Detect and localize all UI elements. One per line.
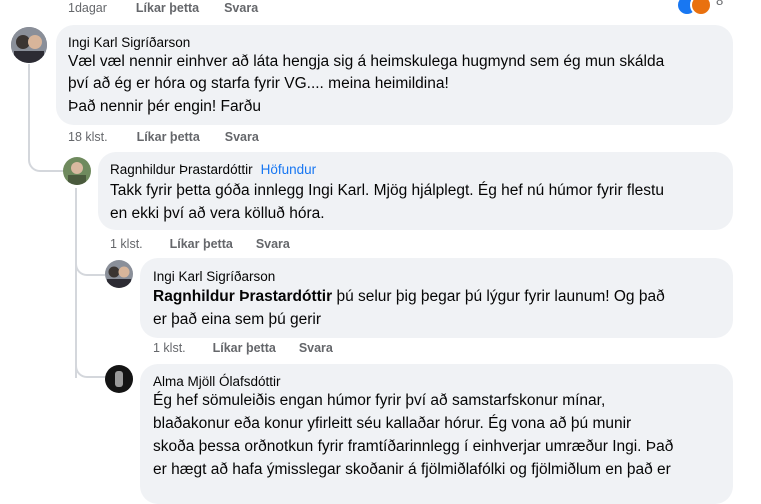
comment-text-line: er það eina sem þú gerir [153, 311, 322, 328]
comment-text-line: Ragnhildur Þrastardóttir þú selur þig þe… [153, 286, 665, 308]
profile-photo-icon [63, 157, 91, 185]
avatar[interactable] [11, 27, 47, 63]
comment-time[interactable]: 1dagar [68, 1, 107, 15]
comment-author[interactable]: Ragnhildur Þrastardóttir Höfundur [110, 162, 316, 177]
comment-text-line: Væl væl nennir einhver að láta hengja si… [68, 53, 665, 70]
comment-author[interactable]: Ingi Karl Sigríðarson [68, 35, 190, 50]
like-button[interactable]: Líkar þetta [170, 237, 233, 251]
reply-button[interactable]: Svara [224, 1, 258, 15]
mention-link[interactable]: Ragnhildur Þrastardóttir [153, 288, 332, 305]
like-button[interactable]: Líkar þetta [136, 1, 199, 15]
reaction-summary[interactable]: 8 [676, 0, 736, 16]
comment-time[interactable]: 1 klst. [110, 237, 143, 251]
reply-button[interactable]: Svara [299, 341, 333, 355]
avatar[interactable] [105, 260, 133, 288]
author-name[interactable]: Ragnhildur Þrastardóttir [110, 162, 253, 177]
avatar[interactable] [63, 157, 91, 185]
comment-meta: 1dagar Líkar þetta Svara [68, 1, 258, 15]
comment-meta: 1 klst. Líkar þetta Svara [153, 341, 333, 355]
comment-text-line: því að ég er hóra og starfa fyrir VG....… [68, 75, 449, 92]
comment-text: þú selur þig þegar þú lýgur fyrir launum… [332, 288, 665, 305]
author-badge: Höfundur [260, 162, 317, 177]
like-button[interactable]: Líkar þetta [213, 341, 276, 355]
profile-photo-icon [105, 365, 133, 393]
comment-time[interactable]: 1 klst. [153, 341, 186, 355]
reply-button[interactable]: Svara [256, 237, 290, 251]
thread-line-sub [75, 188, 77, 378]
thread-connector [75, 250, 105, 276]
comment-text-line: en ekki því að vera kölluð hóra. [110, 205, 325, 222]
comment-text-line: Takk fyrir þetta góða innlegg Ingi Karl.… [110, 182, 664, 199]
profile-photo-icon [11, 27, 47, 63]
comment-text-line: Ég hef sömuleiðis engan húmor fyrir því … [153, 392, 606, 409]
comment-time[interactable]: 18 klst. [68, 130, 108, 144]
profile-photo-icon [105, 260, 133, 288]
comment-author[interactable]: Ingi Karl Sigríðarson [153, 269, 275, 284]
comment-meta: 18 klst. Líkar þetta Svara [68, 130, 259, 144]
thread-connector [28, 140, 64, 172]
thread-connector [75, 352, 105, 378]
avatar[interactable] [105, 365, 133, 393]
comment-author[interactable]: Alma Mjöll Ólafsdóttir [153, 374, 281, 389]
comment-text-line: er hægt að hafa ýmisslegar skoðanir á fj… [153, 461, 671, 478]
comment-text-line: skoða þessa orðnotkun fyrir framtíðarinn… [153, 438, 674, 455]
angry-reaction-icon [690, 0, 712, 16]
reply-button[interactable]: Svara [225, 130, 259, 144]
comment-text-line: blaðakonur eða konur yfirleitt séu kalla… [153, 415, 632, 432]
comment-text-line: Það nennir þér engin! Farðu [68, 98, 262, 115]
comment-meta: 1 klst. Líkar þetta Svara [110, 237, 290, 251]
like-button[interactable]: Líkar þetta [137, 130, 200, 144]
reaction-count: 8 [716, 0, 724, 8]
